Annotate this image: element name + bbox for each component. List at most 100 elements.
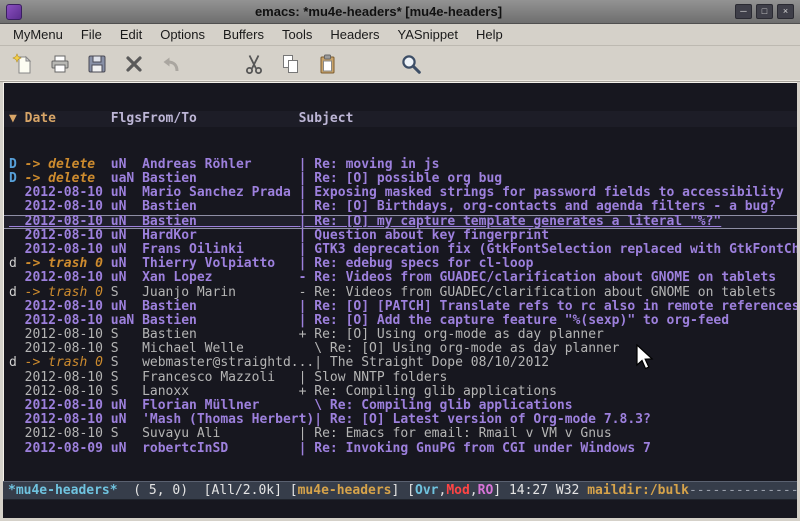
- toolbar-close-button[interactable]: [119, 49, 149, 79]
- headers-buffer: ▼ Date FlgsFrom/To Subject D -> delete u…: [3, 82, 797, 481]
- header-col-fromto[interactable]: From/To: [142, 111, 299, 126]
- thread-indicator: |: [299, 185, 315, 200]
- menu-item-tools[interactable]: Tools: [273, 25, 321, 44]
- thread-indicator: |: [299, 256, 315, 271]
- mark-cell: [9, 384, 25, 399]
- mark-cell: d: [9, 355, 25, 370]
- emacs-window: emacs: *mu4e-headers* [mu4e-headers] ─□×…: [0, 0, 800, 521]
- date-cell: 2012-08-10: [25, 228, 111, 243]
- message-row[interactable]: 2012-08-10 uN Xan Lopez - Re: Videos fro…: [4, 271, 797, 285]
- message-row[interactable]: d -> trash 0 S webmaster@straightd...| T…: [4, 356, 797, 370]
- message-row[interactable]: d -> trash 0 S Juanjo Marin - Re: Videos…: [4, 286, 797, 300]
- modeline-segment: [: [407, 483, 415, 498]
- message-row[interactable]: 2012-08-10 uN Bastien | Re: [O] [PATCH] …: [4, 300, 797, 314]
- subject-cell: Re: edebug specs for cl-loop: [314, 256, 533, 271]
- header-line[interactable]: ▼ Date FlgsFrom/To Subject: [4, 111, 797, 127]
- message-row[interactable]: 2012-08-10 S Francesco Mazzoli | Slow NN…: [4, 371, 797, 385]
- thread-indicator: +: [299, 384, 315, 399]
- subject-cell: Re: [O] Latest version of Org-mode 7.8.3…: [330, 412, 651, 427]
- flags-cell: S: [111, 285, 142, 300]
- subject-cell: Re: Compiling glib applications: [330, 398, 573, 413]
- modeline-segment: ]: [493, 483, 509, 498]
- mark-cell: [9, 214, 25, 229]
- from-cell: Bastien: [142, 199, 299, 214]
- toolbar-undo-button[interactable]: [156, 49, 186, 79]
- message-row[interactable]: 2012-08-10 uN Florian Müllner \ Re: Comp…: [4, 399, 797, 413]
- cut-icon: [242, 52, 266, 76]
- header-col-date[interactable]: ▼ Date: [9, 111, 111, 126]
- toolbar-copy-button[interactable]: [276, 49, 306, 79]
- flags-cell: uN: [111, 242, 142, 257]
- header-col-flgs[interactable]: Flgs: [111, 111, 142, 126]
- maximize-button[interactable]: □: [756, 4, 773, 19]
- message-row[interactable]: 2012-08-10 S Suvayu Ali | Re: Emacs for …: [4, 427, 797, 441]
- flags-cell: uN: [111, 270, 142, 285]
- message-row[interactable]: 2012-08-10 uN HardKor | Question about k…: [4, 229, 797, 243]
- date-cell: -> delete: [25, 171, 111, 186]
- date-cell: 2012-08-10: [25, 199, 111, 214]
- message-row[interactable]: 2012-08-10 S Lanoxx + Re: Compiling glib…: [4, 385, 797, 399]
- message-row[interactable]: D -> delete uN Andreas Röhler | Re: movi…: [4, 158, 797, 172]
- toolbar-print-button[interactable]: [45, 49, 75, 79]
- from-cell: Frans Oilinki: [142, 242, 299, 257]
- flags-cell: S: [111, 355, 142, 370]
- flags-cell: uN: [111, 398, 142, 413]
- message-row[interactable]: D -> delete uaN Bastien | Re: [O] possib…: [4, 172, 797, 186]
- subject-cell: Re: Compiling glib applications: [314, 384, 557, 399]
- thread-indicator: |: [299, 441, 315, 456]
- message-row[interactable]: 2012-08-10 uaN Bastien | Re: [O] Add the…: [4, 314, 797, 328]
- subject-cell: Slow NNTP folders: [314, 370, 447, 385]
- message-row[interactable]: 2012-08-10 uN Bastien | Re: [O] Birthday…: [4, 200, 797, 214]
- menu-item-headers[interactable]: Headers: [321, 25, 388, 44]
- subject-cell: Re: [O] Birthdays, org-contacts and agen…: [314, 199, 776, 214]
- menu-item-mymenu[interactable]: MyMenu: [4, 25, 72, 44]
- new-file-icon: [11, 52, 35, 76]
- modeline-segment: RO: [478, 483, 494, 498]
- from-cell: Lanoxx: [142, 384, 299, 399]
- mark-cell: [9, 242, 25, 257]
- menu-item-buffers[interactable]: Buffers: [214, 25, 273, 44]
- minimize-button[interactable]: ─: [735, 4, 752, 19]
- toolbar-search-button[interactable]: [396, 49, 426, 79]
- toolbar-paste-button[interactable]: [313, 49, 343, 79]
- from-cell: HardKor: [142, 228, 299, 243]
- window-titlebar[interactable]: emacs: *mu4e-headers* [mu4e-headers] ─□×: [0, 0, 800, 24]
- from-cell: webmaster@straightd...: [142, 355, 314, 370]
- message-row[interactable]: 2012-08-10 uN Frans Oilinki | GTK3 depre…: [4, 243, 797, 257]
- modeline-segment: 14:27 W32: [509, 483, 587, 498]
- message-row[interactable]: 2012-08-10 uN 'Mash (Thomas Herbert)| Re…: [4, 413, 797, 427]
- message-row[interactable]: 2012-08-10 uN Bastien | Re: [O] my captu…: [4, 215, 797, 229]
- mark-cell: D: [9, 157, 25, 172]
- menu-item-help[interactable]: Help: [467, 25, 512, 44]
- date-cell: 2012-08-10: [25, 185, 111, 200]
- thread-indicator: |: [299, 228, 315, 243]
- flags-cell: uaN: [111, 171, 142, 186]
- toolbar-new-file-button[interactable]: [8, 49, 38, 79]
- message-row[interactable]: 2012-08-10 S Bastien + Re: [O] Using org…: [4, 328, 797, 342]
- toolbar-save-button[interactable]: [82, 49, 112, 79]
- menu-item-edit[interactable]: Edit: [111, 25, 151, 44]
- close-button[interactable]: ×: [777, 4, 794, 19]
- subject-cell: Re: Videos from GUADEC/clarification abo…: [314, 285, 776, 300]
- toolbar-cut-button[interactable]: [239, 49, 269, 79]
- date-cell: 2012-08-10: [25, 214, 111, 229]
- header-col-subject[interactable]: Subject: [299, 111, 354, 126]
- window-controls: ─ □ ×: [735, 4, 794, 19]
- modeline-segment: mu4e-headers: [298, 483, 392, 498]
- menu-item-options[interactable]: Options: [151, 25, 214, 44]
- date-cell: 2012-08-10: [25, 426, 111, 441]
- subject-cell: GTK3 deprecation fix (GtkFontSelection r…: [314, 242, 797, 257]
- mark-cell: D: [9, 171, 25, 186]
- from-cell: Xan Lopez: [142, 270, 299, 285]
- subject-cell: Re: [O] Using org-mode as day planner: [314, 327, 604, 342]
- message-row[interactable]: 2012-08-10 uN Mario Sanchez Prada | Expo…: [4, 186, 797, 200]
- message-row[interactable]: 2012-08-10 S Michael Welle \ Re: [O] Usi…: [4, 342, 797, 356]
- menu-item-file[interactable]: File: [72, 25, 111, 44]
- menu-item-yasnippet[interactable]: YASnippet: [388, 25, 466, 44]
- message-row[interactable]: d -> trash 0 uN Thierry Volpiatto | Re: …: [4, 257, 797, 271]
- message-row[interactable]: 2012-08-09 uN robertcInSD | Re: Invoking…: [4, 442, 797, 456]
- flags-cell: uN: [111, 441, 142, 456]
- mark-cell: [9, 313, 25, 328]
- echo-area[interactable]: [3, 500, 797, 518]
- date-cell: 2012-08-10: [25, 341, 111, 356]
